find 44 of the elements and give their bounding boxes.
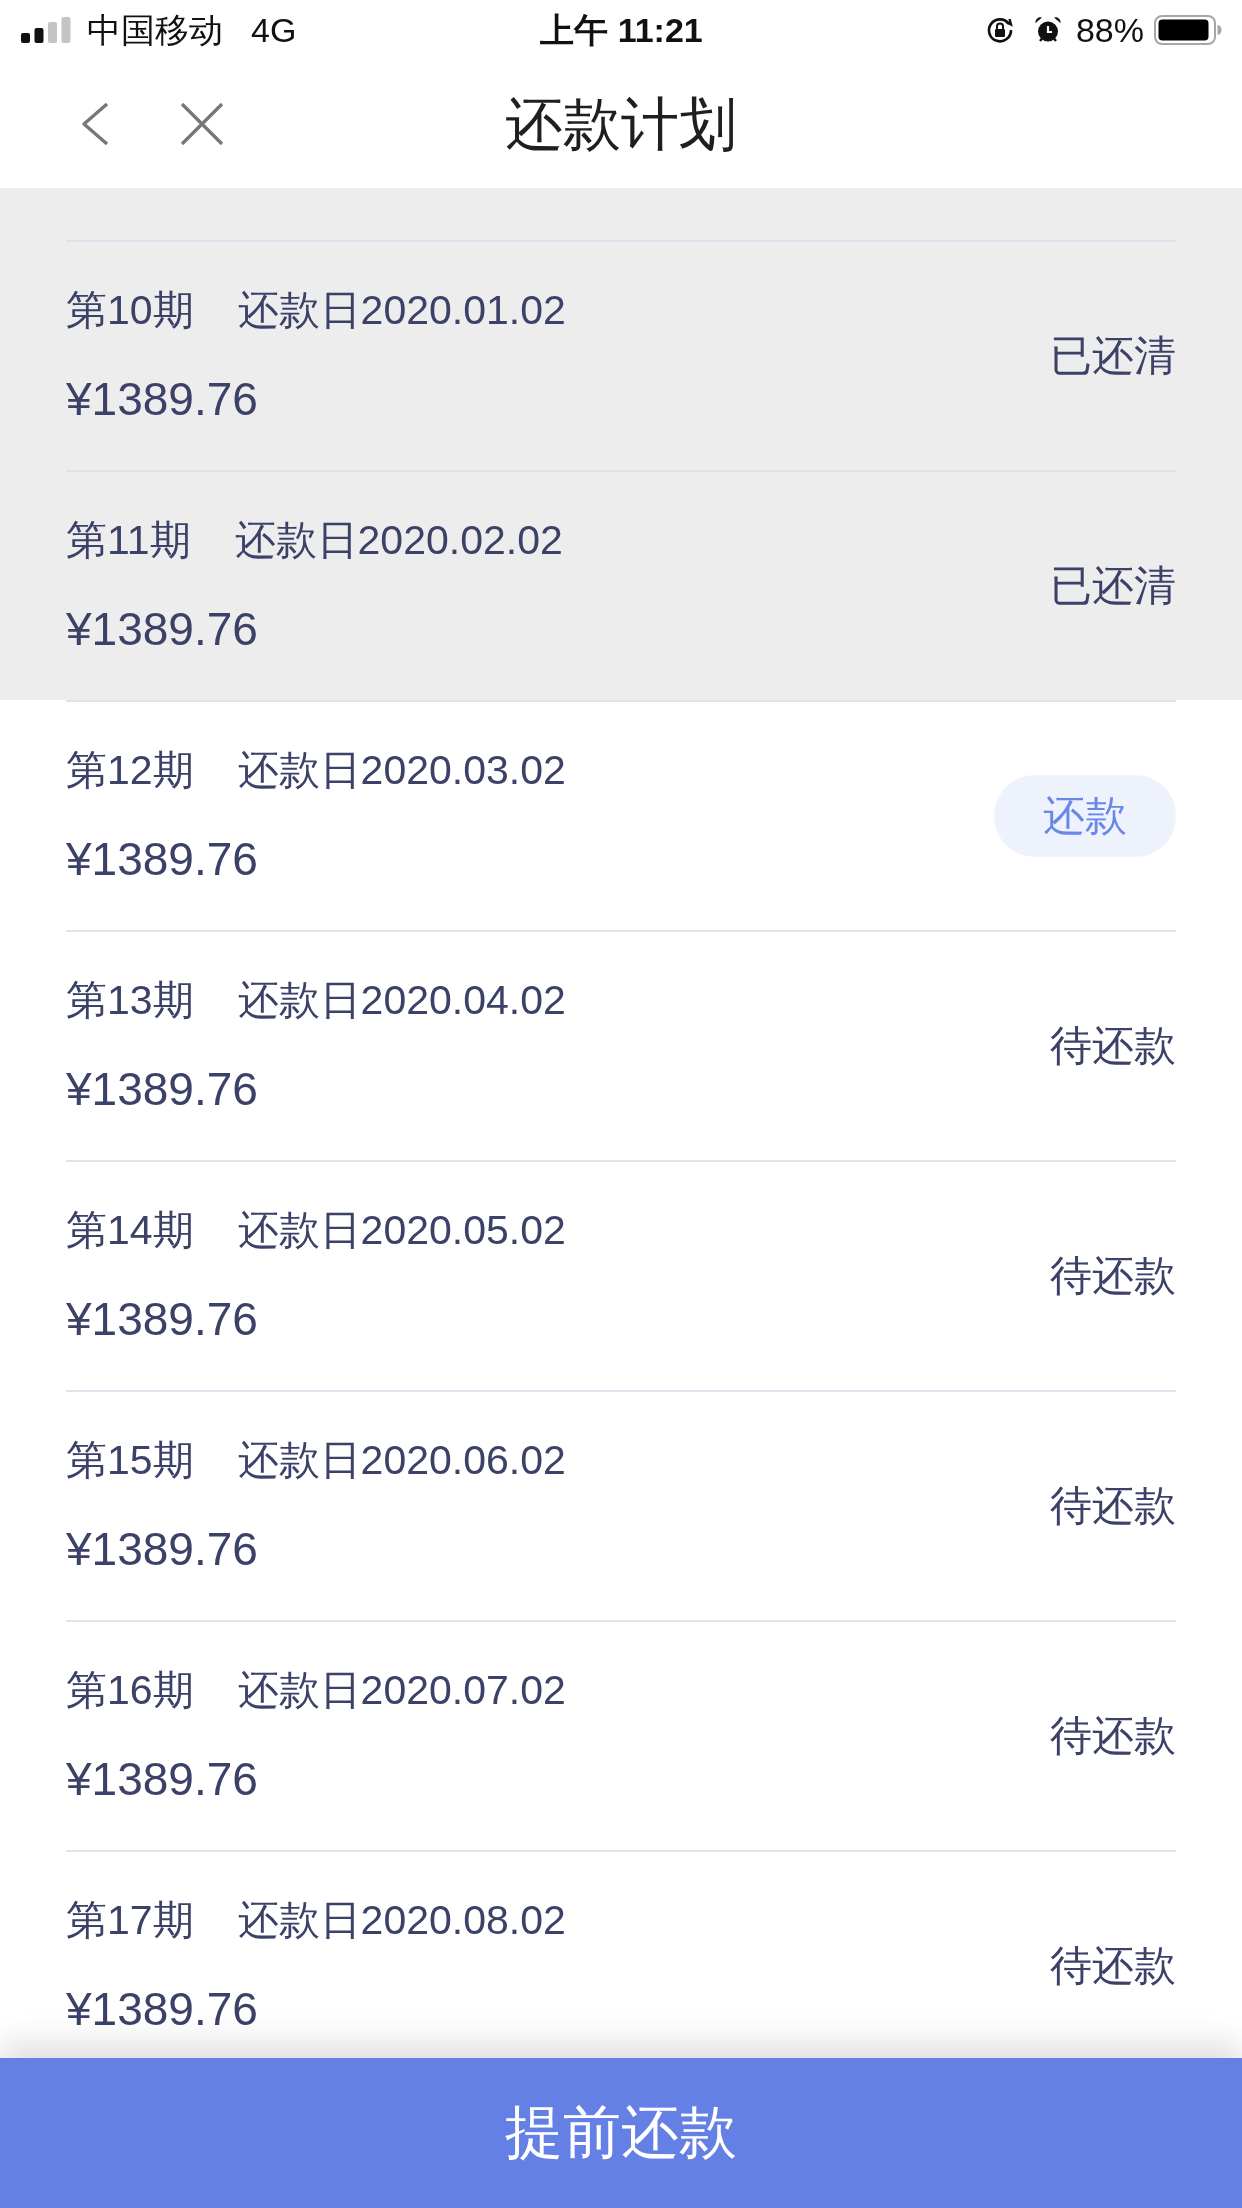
installment-amount: ¥1389.76 [66,1982,258,2037]
due-date: 还款日2020.03.02 [237,746,566,795]
period-label: 第11期 [66,516,191,565]
carrier-name: 中国移动 [87,10,223,50]
period-label: 第13期 [66,976,194,1025]
close-icon[interactable] [180,103,224,145]
installment-amount: ¥1389.76 [66,832,258,887]
installment-amount: ¥1389.76 [66,602,258,657]
status-label: 待还款 [1050,1711,1176,1761]
battery-percent: 88% [1075,10,1144,50]
period-label: 第15期 [66,1436,194,1485]
back-icon[interactable] [80,102,110,146]
battery-icon [1154,15,1222,45]
due-date: 还款日2020.02.02 [234,516,563,565]
installment-amount: ¥1389.76 [66,372,258,427]
status-label: 已还清 [1050,561,1176,611]
installment-amount: ¥1389.76 [66,1752,258,1807]
orientation-lock-icon [985,16,1014,44]
signal-icon [21,17,71,43]
due-date: 还款日2020.06.02 [237,1436,566,1485]
network-type: 4G [251,10,297,50]
due-date: 还款日2020.08.02 [237,1896,566,1945]
installment-amount: ¥1389.76 [66,1062,258,1117]
period-label: 第10期 [66,286,194,335]
installment-amount: ¥1389.76 [66,1522,258,1577]
period-label: 第14期 [66,1206,194,1255]
period-label: 第16期 [66,1666,194,1715]
page-title: 还款计划 [505,90,737,158]
status-label: 已还清 [1050,331,1176,381]
status-label: 待还款 [1050,1021,1176,1071]
status-time: 上午 11:21 [540,10,703,50]
status-label: 待还款 [1050,1941,1176,1991]
alarm-clock-icon [1033,16,1062,44]
due-date: 还款日2020.07.02 [237,1666,566,1715]
installment-amount: ¥1389.76 [66,1292,258,1347]
status-label: 待还款 [1050,1251,1176,1301]
prepay-button[interactable]: 提前还款 [0,2058,1242,2208]
due-date: 还款日2020.04.02 [237,976,566,1025]
period-label: 第12期 [66,746,194,795]
period-label: 第17期 [66,1896,194,1945]
repay-button[interactable]: 还款 [994,775,1176,857]
due-date: 还款日2020.01.02 [237,286,566,335]
status-label: 待还款 [1050,1481,1176,1531]
due-date: 还款日2020.05.02 [237,1206,566,1255]
